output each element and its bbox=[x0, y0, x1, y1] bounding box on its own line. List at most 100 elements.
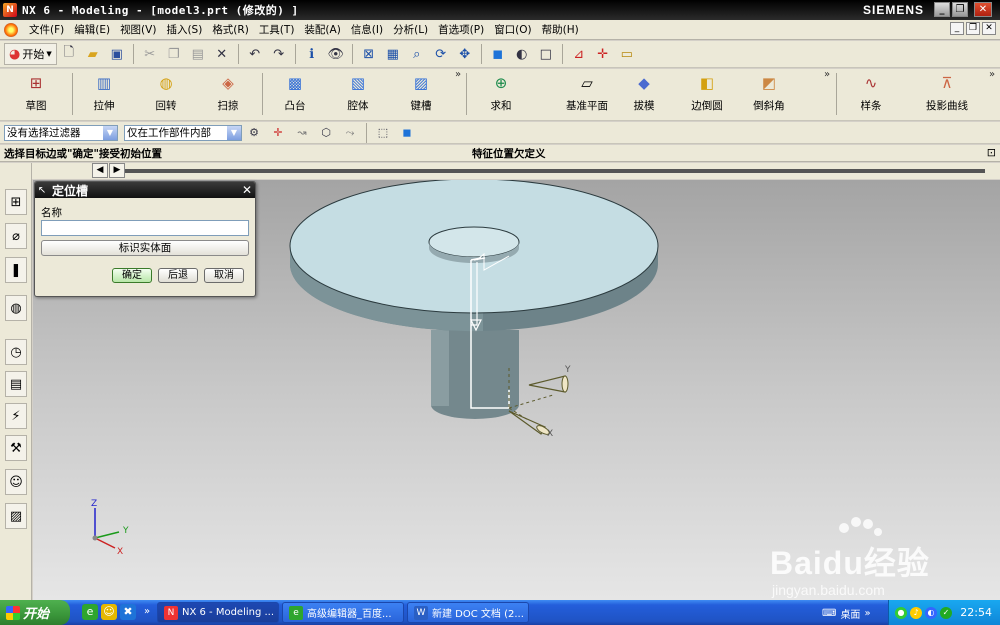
delete-icon[interactable]: ✕ bbox=[212, 44, 232, 64]
app-icon[interactable]: ✖ bbox=[120, 604, 136, 620]
browser-icon[interactable]: e bbox=[82, 604, 98, 620]
scroll-left-button[interactable]: ◀ bbox=[92, 163, 108, 178]
pin-icon[interactable]: ↖ bbox=[35, 185, 49, 196]
doc-minimize-button[interactable]: _ bbox=[950, 22, 964, 35]
ok-button[interactable]: 确定 bbox=[112, 268, 152, 283]
fit-view-icon[interactable]: ⊠ bbox=[359, 44, 379, 64]
cut-icon[interactable]: ✂ bbox=[140, 44, 160, 64]
part-navigator-icon[interactable]: ❚ bbox=[5, 257, 27, 283]
wcs-icon[interactable]: ⊿ bbox=[569, 44, 589, 64]
system-materials-icon[interactable]: ▤ bbox=[5, 371, 27, 397]
top-boss-face[interactable] bbox=[428, 226, 520, 258]
dialog-title-bar[interactable]: ↖ 定位槽 ✕ bbox=[35, 182, 255, 198]
constraint-navigator-icon[interactable]: ⌀ bbox=[5, 223, 27, 249]
copy-icon[interactable]: ❐ bbox=[164, 44, 184, 64]
nx-app-icon[interactable]: N bbox=[3, 3, 17, 17]
security-icon[interactable]: ✓ bbox=[940, 606, 952, 619]
boss-button[interactable]: ▩ 凸台 bbox=[265, 71, 325, 117]
sweep-button[interactable]: ◈ 扫掠 bbox=[198, 71, 258, 117]
close-window-button[interactable]: ✕ bbox=[974, 2, 992, 17]
menu-preferences[interactable]: 首选项(P) bbox=[433, 20, 489, 40]
system-scenes-icon[interactable]: ▨ bbox=[5, 503, 27, 529]
select-all-icon[interactable]: ◼ bbox=[397, 123, 417, 143]
menu-information[interactable]: 信息(I) bbox=[346, 20, 388, 40]
document-icon[interactable] bbox=[4, 22, 18, 37]
y-axis-cone[interactable] bbox=[528, 375, 566, 393]
more-chevron-icon[interactable]: » bbox=[824, 69, 830, 80]
identify-solid-face-button[interactable]: 标识实体面 bbox=[41, 240, 249, 256]
messenger-icon[interactable]: ☺ bbox=[101, 604, 117, 620]
start-button[interactable]: ◕ 开始 ▼ bbox=[4, 43, 57, 65]
task-nx-modeling[interactable]: N NX 6 - Modeling ... bbox=[157, 602, 279, 623]
doc-restore-button[interactable]: ❐ bbox=[966, 22, 980, 35]
rectangle-select-icon[interactable]: ⬚ bbox=[373, 123, 393, 143]
more-chevron-icon[interactable]: » bbox=[455, 69, 461, 80]
pocket-button[interactable]: ▧ 腔体 bbox=[328, 71, 388, 117]
filter-settings-icon[interactable]: ⚙ bbox=[244, 123, 264, 143]
name-input[interactable] bbox=[41, 220, 249, 236]
reuse-library-icon[interactable]: ◍ bbox=[5, 295, 27, 321]
shaded-view-icon[interactable]: ◼ bbox=[488, 44, 508, 64]
snap-options-icon[interactable]: ✛ bbox=[268, 123, 288, 143]
type-filter-select[interactable]: 没有选择过滤器 ▼ bbox=[4, 124, 118, 141]
menu-assemblies[interactable]: 装配(A) bbox=[299, 20, 345, 40]
menu-file[interactable]: 文件(F) bbox=[24, 20, 69, 40]
background-icon[interactable]: □ bbox=[536, 44, 556, 64]
measure-icon[interactable]: ▭ bbox=[617, 44, 637, 64]
desktop-toolbar[interactable]: ⌨ 桌面 » bbox=[822, 606, 871, 621]
roles-icon[interactable]: ☺ bbox=[5, 469, 27, 495]
new-file-icon[interactable]: 🗋 bbox=[59, 44, 79, 64]
quick-launch-more-icon[interactable]: » bbox=[139, 604, 155, 620]
minimize-button[interactable]: _ bbox=[934, 2, 950, 17]
spline-button[interactable]: ∿ 样条 bbox=[841, 71, 901, 117]
revolve-button[interactable]: ◍ 回转 bbox=[136, 71, 196, 117]
slot-button[interactable]: ▨ 键槽 bbox=[391, 71, 451, 117]
assembly-navigator-icon[interactable]: ⊞ bbox=[5, 189, 27, 215]
cancel-button[interactable]: 取消 bbox=[204, 268, 244, 283]
undo-icon[interactable]: ↶ bbox=[245, 44, 265, 64]
menu-help[interactable]: 帮助(H) bbox=[537, 20, 584, 40]
unite-button[interactable]: ⊕ 求和 bbox=[471, 71, 531, 117]
manufacturing-wizard-icon[interactable]: ⚒ bbox=[5, 435, 27, 461]
information-icon[interactable]: ℹ bbox=[302, 44, 322, 64]
menu-analysis[interactable]: 分析(L) bbox=[388, 20, 433, 40]
draft-button[interactable]: ◆ 拔模 bbox=[614, 71, 674, 117]
curve-rule-icon[interactable]: ↝ bbox=[292, 123, 312, 143]
redo-icon[interactable]: ↷ bbox=[269, 44, 289, 64]
more-chevron-icon[interactable]: » bbox=[989, 69, 995, 80]
menu-format[interactable]: 格式(R) bbox=[207, 20, 254, 40]
zoom-icon[interactable]: ⌕ bbox=[407, 44, 427, 64]
input-method-icon[interactable]: ◐ bbox=[925, 606, 937, 619]
restore-button[interactable]: ❐ bbox=[952, 2, 968, 17]
menu-view[interactable]: 视图(V) bbox=[115, 20, 161, 40]
volume-icon[interactable]: ♪ bbox=[910, 606, 922, 619]
history-icon[interactable]: ◷ bbox=[5, 339, 27, 365]
extrude-button[interactable]: ▥ 拉伸 bbox=[74, 71, 134, 117]
process-studio-icon[interactable]: ⚡ bbox=[5, 403, 27, 429]
scroll-right-button[interactable]: ▶ bbox=[109, 163, 125, 178]
taskbar-start-button[interactable]: 开始 bbox=[0, 600, 70, 625]
doc-close-button[interactable]: ✕ bbox=[982, 22, 996, 35]
chamfer-button[interactable]: ◩ 倒斜角 bbox=[739, 71, 799, 117]
dialog-close-icon[interactable]: ✕ bbox=[242, 183, 252, 197]
render-style-icon[interactable]: ◐ bbox=[512, 44, 532, 64]
project-curve-button[interactable]: ⊼ 投影曲线 bbox=[912, 71, 982, 117]
rotate-icon[interactable]: ⟳ bbox=[431, 44, 451, 64]
menu-insert[interactable]: 插入(S) bbox=[161, 20, 207, 40]
task-advanced-editor[interactable]: e 高级编辑器_百度... bbox=[282, 602, 404, 623]
zoom-window-icon[interactable]: ▦ bbox=[383, 44, 403, 64]
pan-icon[interactable]: ✥ bbox=[455, 44, 475, 64]
edge-blend-button[interactable]: ◧ 边倒圆 bbox=[677, 71, 737, 117]
back-button[interactable]: 后退 bbox=[158, 268, 198, 283]
menu-tools[interactable]: 工具(T) bbox=[254, 20, 300, 40]
selection-scope-select[interactable]: 仅在工作部件内部 ▼ bbox=[124, 124, 242, 141]
open-folder-icon[interactable]: ▰ bbox=[83, 44, 103, 64]
save-icon[interactable]: ▣ bbox=[107, 44, 127, 64]
menu-window[interactable]: 窗口(O) bbox=[489, 20, 536, 40]
body-select-icon[interactable]: ⤳ bbox=[340, 123, 360, 143]
paste-icon[interactable]: ▤ bbox=[188, 44, 208, 64]
network-icon[interactable]: ● bbox=[895, 606, 907, 619]
view-options-icon[interactable]: 👁 bbox=[326, 44, 346, 64]
snap-point-icon[interactable]: ✛ bbox=[593, 44, 613, 64]
face-rule-icon[interactable]: ⬡ bbox=[316, 123, 336, 143]
